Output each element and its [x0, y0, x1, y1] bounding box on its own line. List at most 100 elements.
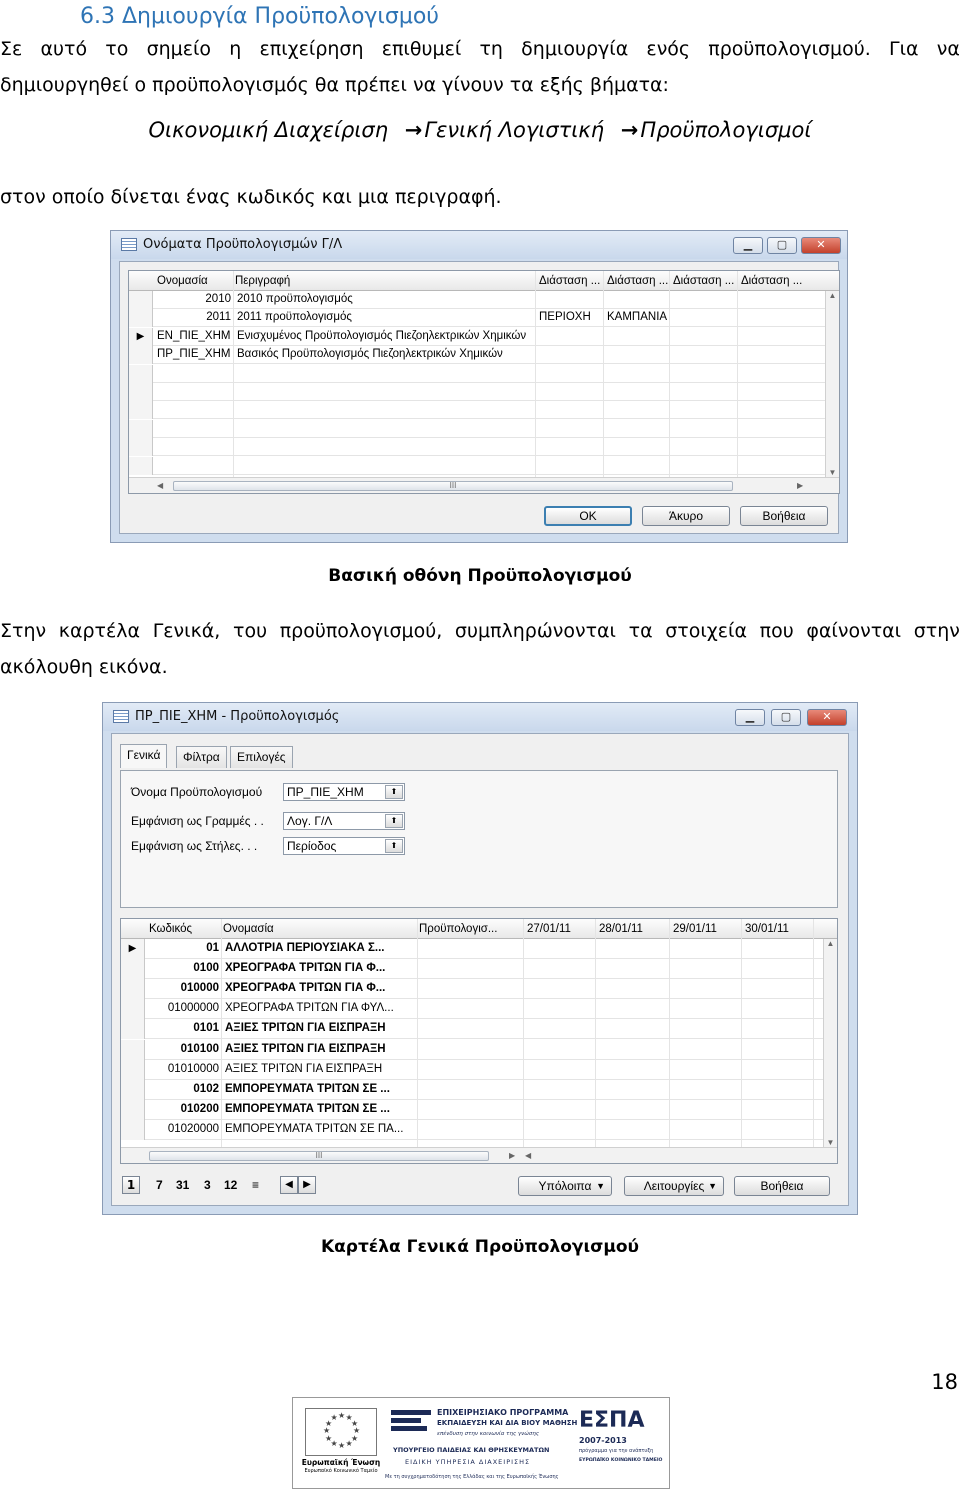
- balances-button[interactable]: Υπόλοιπα ▼: [518, 1176, 612, 1196]
- cell-name[interactable]: ΧΡΕΟΓΡΑΦΑ ΤΡΙΤΩΝ ΓΙΑ Φ...: [225, 962, 385, 974]
- row-selector[interactable]: [129, 383, 153, 401]
- col-header-dimension-2[interactable]: Διάσταση ...: [607, 275, 668, 287]
- close-button[interactable]: ✕: [801, 237, 841, 254]
- horizontal-scrollbar[interactable]: ◀ III ▶: [129, 477, 839, 493]
- cell-name[interactable]: 2011: [157, 311, 231, 323]
- col-header-date-3[interactable]: 29/01/11: [673, 923, 717, 935]
- minimize-button[interactable]: ▁: [733, 237, 763, 254]
- cell-name[interactable]: ΠΡ_ΠΙΕ_ΧΗΜ: [157, 348, 231, 360]
- lookup-arrow-icon[interactable]: ⬆: [385, 785, 403, 799]
- scroll-down-icon[interactable]: ▼: [826, 468, 839, 477]
- cell-name[interactable]: ΑΛΛΟΤΡΙΑ ΠΕΡΙΟΥΣΙΑΚΑ Σ...: [225, 942, 385, 954]
- table-row[interactable]: 0100 ΧΡΕΟΓΡΑΦΑ ΤΡΙΤΩΝ ΓΙΑ Φ...: [121, 959, 823, 980]
- scroll-up-icon[interactable]: ▲: [826, 291, 839, 300]
- cell-code[interactable]: 0101: [147, 1022, 219, 1034]
- row-selector[interactable]: [121, 1039, 145, 1060]
- budget-name-field[interactable]: ΠΡ_ΠΙΕ_ΧΗΜ ⬆: [283, 783, 405, 801]
- scroll-thumb[interactable]: III: [149, 1151, 489, 1161]
- nav-item-1[interactable]: 1: [122, 1176, 140, 1194]
- row-selector[interactable]: [121, 959, 145, 980]
- col-header-name[interactable]: Ονομασία: [157, 275, 208, 287]
- tab-filters[interactable]: Φίλτρα: [176, 746, 227, 768]
- row-selector[interactable]: [129, 346, 153, 365]
- nav-item-31[interactable]: 31: [176, 1178, 189, 1192]
- scroll-right-icon[interactable]: ▶: [509, 1151, 515, 1160]
- previous-period-icon[interactable]: ◀: [280, 1176, 298, 1194]
- col-header-date-2[interactable]: 28/01/11: [599, 923, 643, 935]
- cell-name[interactable]: ΑΞΙΕΣ ΤΡΙΤΩΝ ΓΙΑ ΕΙΣΠΡΑΞΗ: [225, 1063, 382, 1075]
- scroll-left-icon[interactable]: ◀: [525, 1151, 531, 1160]
- row-selector[interactable]: [121, 1079, 145, 1100]
- cell-description[interactable]: Ενισχυμένος Προϋπολογισμός Πιεζοηλεκτρικ…: [237, 330, 526, 342]
- close-button[interactable]: ✕: [807, 709, 847, 726]
- row-selector[interactable]: [129, 364, 153, 383]
- help-button[interactable]: Βοήθεια: [740, 506, 828, 526]
- table-row[interactable]: 01000000 ΧΡΕΟΓΡΑΦΑ ΤΡΙΤΩΝ ΓΙΑ ΦΥΛ...: [121, 999, 823, 1020]
- cell-code[interactable]: 01010000: [147, 1063, 219, 1075]
- vertical-scrollbar[interactable]: ▲ ▼: [825, 291, 839, 477]
- row-selector[interactable]: [129, 291, 153, 309]
- table-row[interactable]: 010000 ΧΡΕΟΓΡΑΦΑ ΤΡΙΤΩΝ ΓΙΑ Φ...: [121, 979, 823, 1000]
- cell-code[interactable]: 01000000: [147, 1002, 219, 1014]
- col-header-dimension-1[interactable]: Διάσταση ...: [539, 275, 600, 287]
- scroll-thumb[interactable]: III: [173, 481, 733, 491]
- col-header-description[interactable]: Περιγραφή: [235, 275, 290, 287]
- nav-item-7[interactable]: 7: [156, 1178, 163, 1192]
- cell-code[interactable]: 0100: [147, 962, 219, 974]
- cell-description[interactable]: 2010 προϋπολογισμός: [237, 293, 353, 305]
- scroll-up-icon[interactable]: ▲: [824, 939, 837, 948]
- cell-code[interactable]: 010000: [147, 982, 219, 994]
- cancel-button[interactable]: Άκυρο: [642, 506, 730, 526]
- tab-general[interactable]: Γενικά: [120, 744, 168, 768]
- col-header-date-1[interactable]: 27/01/11: [527, 923, 571, 935]
- cell-name[interactable]: ΕΝ_ΠΙΕ_ΧΗΜ: [157, 330, 231, 342]
- cell-name[interactable]: ΕΜΠΟΡΕΥΜΑΤΑ ΤΡΙΤΩΝ ΣΕ ...: [225, 1083, 390, 1095]
- col-header-code[interactable]: Κωδικός: [149, 923, 192, 935]
- table-row[interactable]: 0101 ΑΞΙΕΣ ΤΡΙΤΩΝ ΓΙΑ ΕΙΣΠΡΑΞΗ: [121, 1019, 823, 1040]
- col-header-date-4[interactable]: 30/01/11: [745, 923, 789, 935]
- cell-code[interactable]: 0102: [147, 1083, 219, 1095]
- row-selector[interactable]: [129, 309, 153, 328]
- cell-code[interactable]: 01: [147, 942, 219, 954]
- cell-code[interactable]: 01020000: [147, 1123, 219, 1135]
- minimize-button[interactable]: ▁: [735, 709, 765, 726]
- col-header-dimension-3[interactable]: Διάσταση ...: [673, 275, 734, 287]
- help-button[interactable]: Βοήθεια: [734, 1176, 830, 1196]
- row-selector[interactable]: [129, 438, 153, 457]
- cell-dimension-2[interactable]: ΚΑΜΠΑΝΙΑ: [607, 311, 667, 323]
- row-selector[interactable]: [121, 1099, 145, 1120]
- show-as-columns-field[interactable]: Περίοδος ⬆: [283, 837, 405, 855]
- nav-item-period-icon[interactable]: ≡: [252, 1178, 259, 1192]
- col-header-budget[interactable]: Προϋπολογισ...: [419, 923, 497, 935]
- table-row[interactable]: 0102 ΕΜΠΟΡΕΥΜΑΤΑ ΤΡΙΤΩΝ ΣΕ ...: [121, 1079, 823, 1100]
- row-selector[interactable]: [129, 456, 153, 475]
- scroll-down-icon[interactable]: ▼: [824, 1138, 837, 1147]
- lookup-arrow-icon[interactable]: ⬆: [385, 814, 403, 828]
- next-period-icon[interactable]: ▶: [298, 1176, 316, 1194]
- row-selector[interactable]: [129, 401, 153, 420]
- scroll-right-icon[interactable]: ▶: [797, 481, 803, 490]
- table-row[interactable]: 010100 ΑΞΙΕΣ ΤΡΙΤΩΝ ΓΙΑ ΕΙΣΠΡΑΞΗ: [121, 1039, 823, 1060]
- cell-name[interactable]: 2010: [157, 293, 231, 305]
- row-selector[interactable]: ▶: [121, 939, 145, 959]
- maximize-button[interactable]: ▢: [771, 709, 801, 726]
- row-selector[interactable]: [121, 979, 145, 1000]
- vertical-scrollbar[interactable]: ▲ ▼: [823, 939, 837, 1147]
- cell-description[interactable]: 2011 προϋπολογισμός: [237, 311, 352, 323]
- table-row[interactable]: ▶ 01 ΑΛΛΟΤΡΙΑ ΠΕΡΙΟΥΣΙΑΚΑ Σ...: [121, 939, 823, 959]
- cell-name[interactable]: ΧΡΕΟΓΡΑΦΑ ΤΡΙΤΩΝ ΓΙΑ Φ...: [225, 982, 385, 994]
- ok-button[interactable]: OK: [544, 506, 632, 526]
- maximize-button[interactable]: ▢: [767, 237, 797, 254]
- row-selector[interactable]: [121, 1119, 145, 1140]
- cell-dimension-1[interactable]: ΠΕΡΙΟΧΗ: [539, 311, 591, 323]
- row-selector[interactable]: [129, 419, 153, 438]
- cell-name[interactable]: ΕΜΠΟΡΕΥΜΑΤΑ ΤΡΙΤΩΝ ΣΕ ΠΑ...: [225, 1123, 403, 1135]
- col-header-name[interactable]: Ονομασία: [223, 923, 274, 935]
- show-as-rows-field[interactable]: Λογ. Γ/Λ ⬆: [283, 812, 405, 830]
- row-selector[interactable]: [121, 1059, 145, 1080]
- cell-code[interactable]: 010100: [147, 1043, 219, 1055]
- table-row[interactable]: 01020000 ΕΜΠΟΡΕΥΜΑΤΑ ΤΡΙΤΩΝ ΣΕ ΠΑ...: [121, 1119, 823, 1140]
- cell-name[interactable]: ΧΡΕΟΓΡΑΦΑ ΤΡΙΤΩΝ ΓΙΑ ΦΥΛ...: [225, 1002, 394, 1014]
- col-header-dimension-4[interactable]: Διάσταση ...: [741, 275, 802, 287]
- tab-options[interactable]: Επιλογές: [230, 746, 293, 768]
